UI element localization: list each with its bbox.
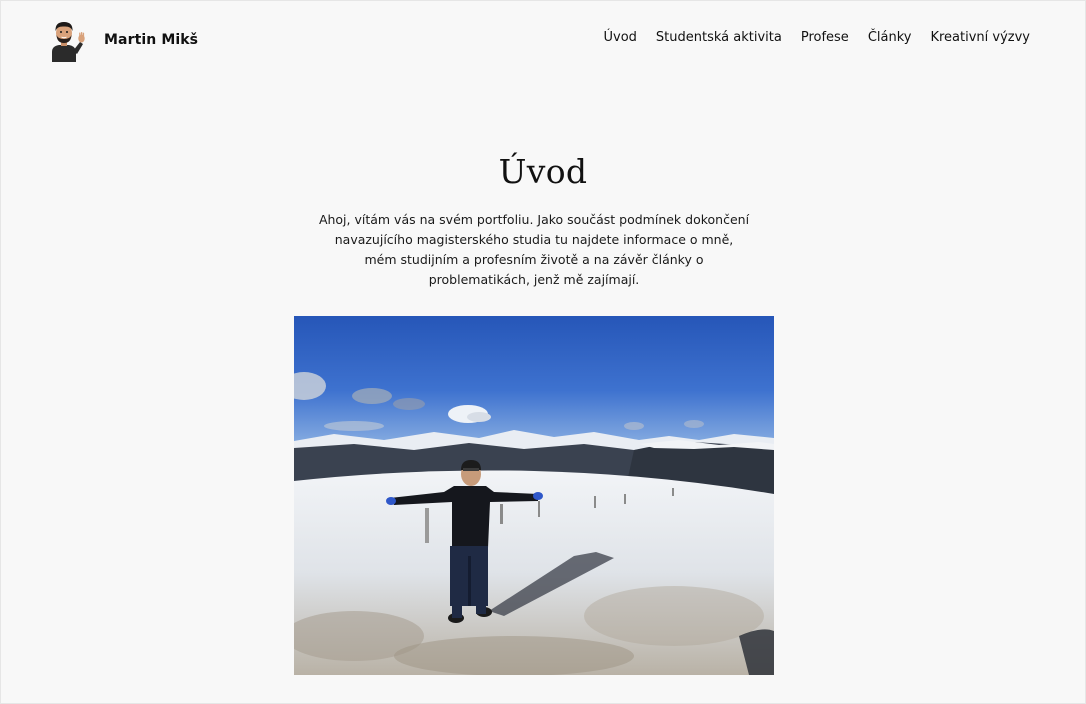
main-nav: Úvod Studentská aktivita Profese Články …: [603, 30, 1030, 45]
hero-photo: [294, 316, 774, 675]
page-title: Úvod: [498, 152, 588, 191]
intro-text: Ahoj, vítám vás na svém portfoliu. Jako …: [318, 212, 750, 287]
nav-item-studentska-aktivita[interactable]: Studentská aktivita: [656, 30, 782, 45]
nav-item-clanky[interactable]: Články: [868, 30, 912, 45]
nav-item-profese[interactable]: Profese: [801, 30, 849, 45]
memoji-waving-avatar-icon: [52, 22, 85, 62]
site-title: Martin Mikš: [104, 32, 199, 48]
nav-item-uvod[interactable]: Úvod: [603, 30, 636, 45]
nav-item-kreativni-vyzvy[interactable]: Kreativní výzvy: [930, 30, 1030, 45]
site-brand-link[interactable]: Martin Mikš: [46, 18, 198, 62]
site-header: Martin Mikš Úvod Studentská aktivita Pro…: [0, 0, 1086, 80]
